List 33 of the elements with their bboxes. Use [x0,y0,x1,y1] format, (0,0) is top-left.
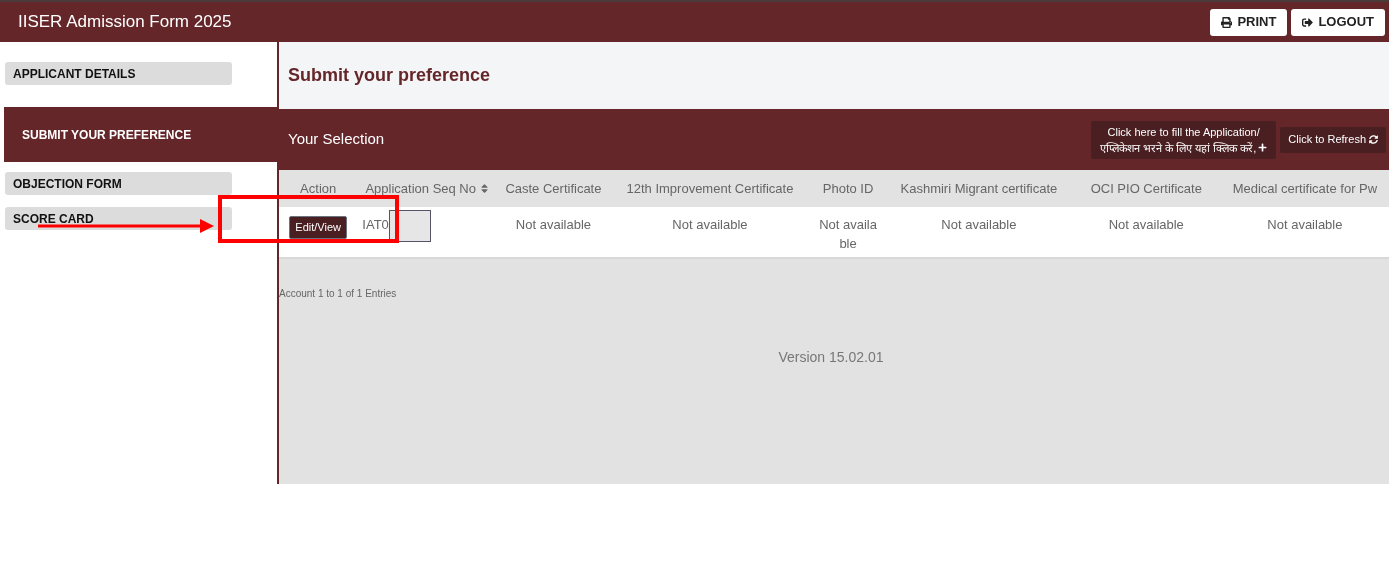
logout-button[interactable]: LOGOUT [1291,8,1385,36]
column-header: Kashmiri Migrant certificate [886,170,1072,207]
column-header: Caste Certificate [497,170,610,207]
fill-application-button[interactable]: Click here to fill the Application/ एप्लिकेशन भरने के लिए यहां क्लिक करें, [1090,120,1277,159]
table-cell: Not available [515,217,591,232]
sidebar-item[interactable]: APPLICANT DETAILS [5,62,232,85]
sort-icon [480,183,489,194]
print-button[interactable]: PRINT [1210,8,1288,36]
column-header: Medical certificate for Pw [1220,170,1389,207]
table-cell: Not available [1267,217,1343,232]
printer-icon [1221,16,1233,28]
table-cell: Not available [941,217,1017,232]
table-cell: Not available [672,217,748,232]
sidebar-item[interactable]: SUBMIT YOUR PREFERENCE [4,107,277,162]
version-text: Version 15.02.01 [778,348,884,367]
column-header: Photo ID [810,170,887,207]
column-header: Action [279,170,358,207]
panel-title: Your Selection [288,129,385,150]
column-header[interactable]: Application Seq No [357,170,498,207]
column-header: OCI PIO Certificate [1071,170,1221,207]
plus-icon [1258,143,1268,152]
table-cell-text: IAT0 [362,216,389,234]
sidebar-item[interactable]: OBJECTION FORM [5,172,232,195]
entries-info: Account 1 to 1 of 1 Entries [279,287,398,301]
table-cell-text: Not available [818,216,878,253]
page-title: Submit your preference [288,64,491,87]
table-cell: Not available [1108,217,1184,232]
refresh-button[interactable]: Click to Refresh [1280,126,1386,153]
logout-icon [1302,16,1314,28]
app-title: IISER Admission Form 2025 [18,11,232,34]
edit-view-button[interactable]: Edit/View [289,216,347,239]
column-header: 12th Improvement Certificate [609,170,811,207]
refresh-icon [1369,135,1378,144]
